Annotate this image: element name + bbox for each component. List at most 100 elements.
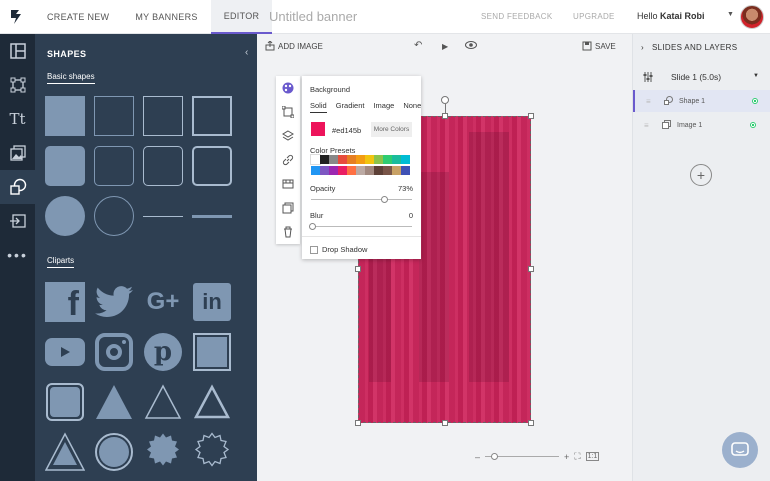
- layer-item[interactable]: ≡ Image 1: [633, 114, 770, 136]
- rotate-handle[interactable]: [441, 96, 449, 104]
- zoom-in-button[interactable]: +: [564, 452, 569, 462]
- shape-circle-outline[interactable]: [94, 196, 134, 236]
- add-image-button[interactable]: ADD IMAGE: [265, 41, 323, 51]
- color-preset-swatch[interactable]: [356, 166, 365, 175]
- panel-header[interactable]: › SLIDES AND LAYERS: [641, 43, 737, 52]
- color-preset-swatch[interactable]: [338, 155, 347, 164]
- zoom-slider-knob[interactable]: [491, 453, 499, 460]
- more-colors-button[interactable]: More Colors: [371, 122, 412, 137]
- tab-my-banners[interactable]: MY BANNERS: [122, 0, 210, 34]
- shape-square-filled[interactable]: [45, 96, 85, 136]
- banner-title-input[interactable]: Untitled banner: [269, 9, 357, 24]
- resize-handle-r[interactable]: [528, 266, 534, 272]
- color-preset-swatch[interactable]: [383, 155, 392, 164]
- tab-create-new[interactable]: CREATE NEW: [34, 0, 122, 34]
- layers-icon[interactable]: [276, 124, 300, 148]
- color-preset-swatch[interactable]: [365, 155, 374, 164]
- color-preset-swatch[interactable]: [392, 166, 401, 175]
- preview-eye-icon[interactable]: [465, 40, 477, 53]
- user-greeting[interactable]: Hello Katai Robi: [637, 11, 705, 21]
- color-preset-swatch[interactable]: [329, 166, 338, 175]
- clipart-circle-framed[interactable]: [94, 432, 134, 472]
- save-button[interactable]: SAVE: [582, 41, 616, 51]
- drag-handle-icon[interactable]: ≡: [646, 97, 651, 106]
- transform-icon[interactable]: [0, 68, 35, 102]
- shape-rounded-thick[interactable]: [192, 146, 232, 186]
- google-plus-icon[interactable]: G+: [143, 282, 183, 322]
- shape-rounded-thin[interactable]: [94, 146, 134, 186]
- shape-square-thin[interactable]: [94, 96, 134, 136]
- bg-type-image[interactable]: Image: [373, 101, 394, 113]
- text-icon[interactable]: Tt: [0, 102, 35, 136]
- color-preset-swatch[interactable]: [374, 155, 383, 164]
- blur-slider[interactable]: [311, 226, 412, 227]
- color-preset-swatch[interactable]: [401, 166, 410, 175]
- clipart-triangle-outline[interactable]: [143, 382, 183, 422]
- color-preset-swatch[interactable]: [311, 166, 320, 175]
- bg-type-gradient[interactable]: Gradient: [336, 101, 365, 113]
- play-icon[interactable]: ▶: [442, 42, 448, 51]
- color-preset-swatch[interactable]: [310, 154, 321, 165]
- slide-dropdown-icon[interactable]: ▼: [753, 73, 759, 79]
- resize-handle-tr[interactable]: [528, 113, 534, 119]
- color-swatch[interactable]: [311, 122, 325, 136]
- linkedin-icon[interactable]: in: [192, 282, 232, 322]
- app-logo-icon[interactable]: [0, 0, 34, 34]
- avatar[interactable]: [740, 5, 764, 29]
- layer-item[interactable]: ≡ Shape 1: [633, 90, 770, 112]
- clipart-badge-filled[interactable]: [143, 432, 183, 472]
- drop-shadow-toggle[interactable]: Drop Shadow: [310, 245, 367, 254]
- color-preset-swatch[interactable]: [329, 155, 338, 164]
- shape-circle-filled[interactable]: [45, 196, 85, 236]
- color-preset-swatch[interactable]: [347, 155, 356, 164]
- layout-icon[interactable]: [0, 34, 35, 68]
- resize-handle-bl[interactable]: [355, 420, 361, 426]
- color-preset-swatch[interactable]: [392, 155, 401, 164]
- user-menu-caret-icon[interactable]: ▼: [727, 11, 734, 18]
- youtube-icon[interactable]: [45, 332, 85, 372]
- slide-settings-icon[interactable]: [643, 72, 653, 84]
- instagram-icon[interactable]: [94, 332, 134, 372]
- hex-color-field[interactable]: #ed145b: [332, 126, 361, 135]
- color-preset-swatch[interactable]: [356, 155, 365, 164]
- delete-icon[interactable]: [276, 220, 300, 244]
- blur-slider-knob[interactable]: [309, 223, 316, 230]
- resize-handle-b[interactable]: [442, 420, 448, 426]
- shape-square-thick[interactable]: [192, 96, 232, 136]
- opacity-slider-knob[interactable]: [381, 196, 389, 203]
- color-preset-swatch[interactable]: [320, 155, 329, 164]
- clipart-triangle-filled[interactable]: [94, 382, 134, 422]
- upgrade-link[interactable]: UPGRADE: [573, 12, 615, 21]
- color-preset-swatch[interactable]: [338, 166, 347, 175]
- zoom-out-button[interactable]: –: [475, 452, 480, 462]
- zoom-slider[interactable]: [485, 453, 560, 460]
- send-feedback-link[interactable]: SEND FEEDBACK: [481, 12, 552, 21]
- clipart-badge-outline[interactable]: [192, 432, 232, 472]
- shape-square-medium[interactable]: [143, 96, 183, 136]
- clipart-triangle-thick[interactable]: [192, 382, 232, 422]
- add-slide-button[interactable]: +: [690, 164, 712, 186]
- color-preset-swatch[interactable]: [347, 166, 356, 175]
- palette-icon[interactable]: [276, 76, 300, 100]
- bg-type-none[interactable]: None: [403, 101, 421, 113]
- animation-icon[interactable]: [276, 172, 300, 196]
- bg-type-solid[interactable]: Solid: [310, 101, 327, 113]
- shape-rounded-filled[interactable]: [45, 146, 85, 186]
- slide-row[interactable]: Slide 1 (5.0s) ▼: [633, 64, 770, 90]
- color-preset-swatch[interactable]: [320, 166, 329, 175]
- chat-support-button[interactable]: [722, 432, 758, 468]
- clipart-framed-rounded[interactable]: [45, 382, 85, 422]
- actual-size-button[interactable]: 1:1: [585, 452, 600, 461]
- shape-line-thick[interactable]: [192, 196, 232, 236]
- more-icon[interactable]: •••: [0, 238, 35, 272]
- visibility-toggle-icon[interactable]: [750, 122, 756, 128]
- color-preset-swatch[interactable]: [374, 166, 383, 175]
- shape-rounded-medium[interactable]: [143, 146, 183, 186]
- fullscreen-icon[interactable]: ⛶: [574, 451, 580, 462]
- expand-chevron-icon[interactable]: ›: [641, 43, 644, 52]
- color-preset-swatch[interactable]: [383, 166, 392, 175]
- collapse-panel-icon[interactable]: ‹: [245, 47, 248, 58]
- resize-handle-t[interactable]: [442, 113, 448, 119]
- pinterest-icon[interactable]: p: [143, 332, 183, 372]
- visibility-toggle-icon[interactable]: [752, 98, 758, 104]
